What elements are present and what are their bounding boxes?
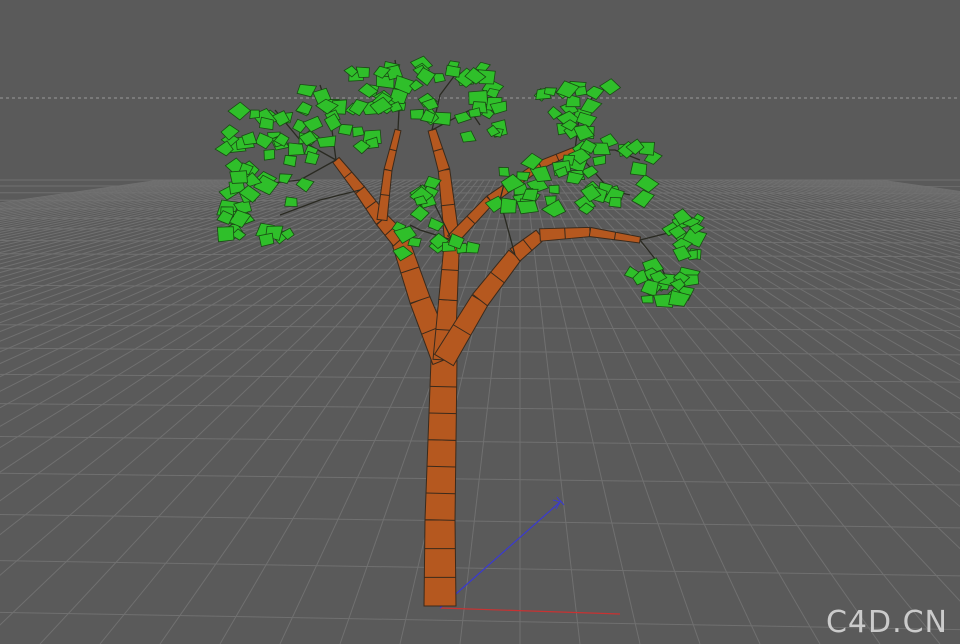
leaf <box>629 161 648 177</box>
3d-viewport[interactable]: C4D.CN <box>0 0 960 644</box>
leaf <box>288 142 305 156</box>
leaf <box>216 226 235 243</box>
leaf <box>543 87 558 97</box>
branch-ring <box>429 385 457 388</box>
leaf <box>352 126 365 138</box>
viewport-canvas[interactable] <box>0 0 960 644</box>
leaf <box>640 294 654 304</box>
leaf <box>249 109 260 119</box>
leaf <box>499 197 517 214</box>
leaf <box>229 170 248 184</box>
branch-segment <box>427 359 458 441</box>
leaf <box>316 135 337 148</box>
leaf <box>338 123 354 136</box>
branch-ring <box>428 412 457 415</box>
leaf <box>608 196 622 208</box>
leaf <box>516 200 539 215</box>
branch-segment <box>424 439 457 521</box>
leaf <box>284 196 298 207</box>
branch-segment <box>423 519 457 607</box>
leaf <box>548 184 560 195</box>
branch-ring <box>564 228 566 239</box>
leaf <box>263 149 276 161</box>
leaf <box>498 166 510 177</box>
leaf <box>444 64 461 78</box>
